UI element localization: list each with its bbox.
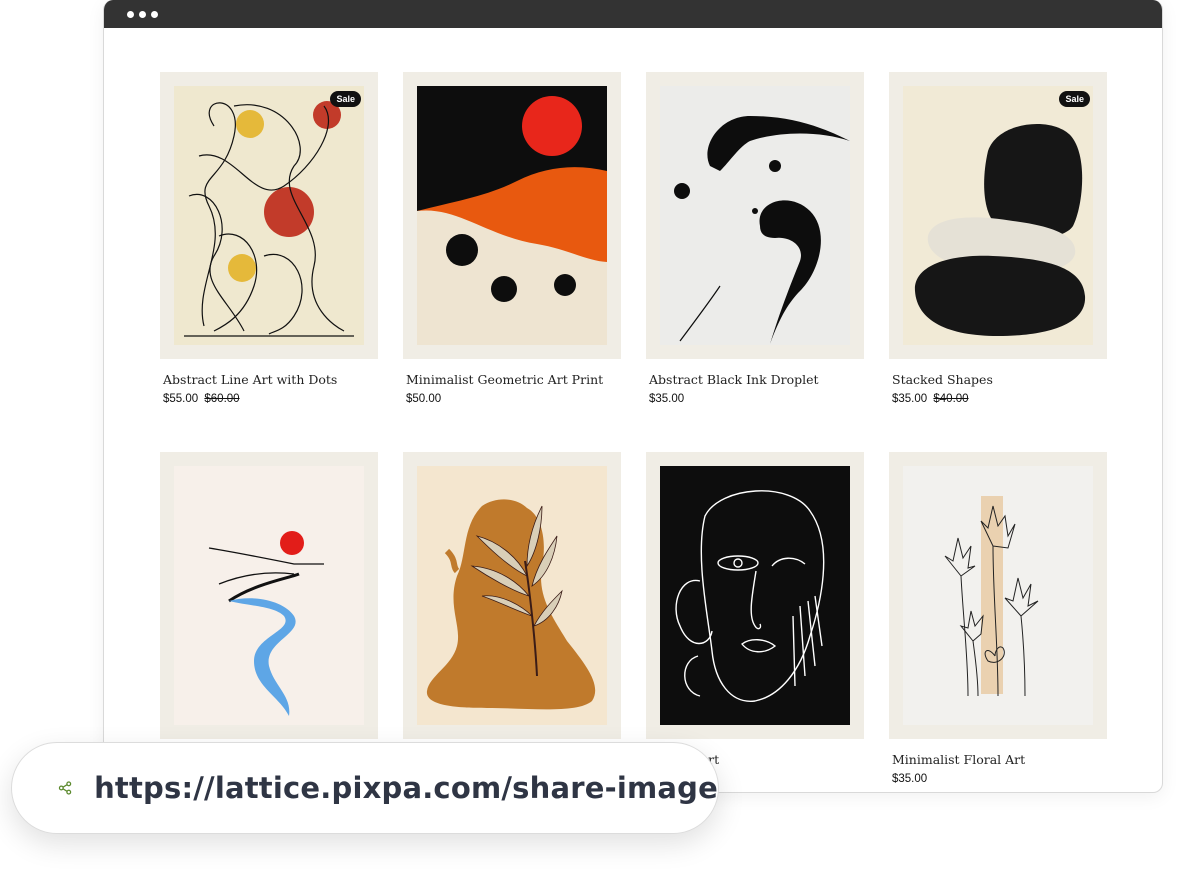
product-card[interactable] (160, 452, 378, 752)
current-price: $35.00 (892, 393, 928, 405)
product-price: $35.00 (892, 773, 1107, 785)
product-card[interactable]: ce Line Art (646, 452, 864, 767)
current-price: $35.00 (649, 393, 685, 405)
product-card[interactable]: Sale Stacked Shapes $35.00 $40.00 (889, 72, 1107, 405)
product-price: $50.00 (406, 393, 621, 405)
product-image-frame[interactable] (646, 72, 864, 359)
product-card[interactable]: Abstract Black Ink Droplet $35.00 (646, 72, 864, 405)
product-image[interactable] (903, 466, 1093, 725)
product-title[interactable]: Stacked Shapes (892, 372, 1107, 387)
original-price: $60.00 (204, 393, 240, 405)
browser-window: Sale Abstract Line Art with Dots $55.00 … (103, 0, 1163, 793)
product-image[interactable] (174, 86, 364, 345)
share-url[interactable]: https://lattice.pixpa.com/share-image (94, 771, 718, 805)
product-image[interactable] (417, 466, 607, 725)
share-icon[interactable] (58, 771, 72, 805)
window-dot[interactable] (151, 10, 158, 18)
product-price: $35.00 (649, 393, 864, 405)
product-image-frame[interactable] (403, 452, 621, 739)
product-image-frame[interactable] (403, 72, 621, 359)
window-dot[interactable] (139, 10, 146, 18)
product-title[interactable]: Minimalist Geometric Art Print (406, 372, 621, 387)
share-link-pill[interactable]: https://lattice.pixpa.com/share-image (11, 742, 719, 834)
product-image-frame[interactable] (160, 452, 378, 739)
product-card[interactable] (403, 452, 621, 752)
original-price: $40.00 (933, 393, 969, 405)
sale-badge: Sale (330, 91, 361, 107)
product-title[interactable]: Minimalist Floral Art (892, 752, 1107, 767)
product-image[interactable] (417, 86, 607, 345)
product-price: $35.00 $40.00 (892, 393, 1107, 405)
product-title[interactable]: Abstract Black Ink Droplet (649, 372, 864, 387)
current-price: $55.00 (163, 393, 199, 405)
product-title[interactable]: Abstract Line Art with Dots (163, 372, 378, 387)
product-image-frame[interactable]: Sale (889, 72, 1107, 359)
product-image-frame[interactable]: Sale (160, 72, 378, 359)
window-dot[interactable] (127, 10, 134, 18)
product-image[interactable] (174, 466, 364, 725)
sale-badge: Sale (1059, 91, 1090, 107)
product-image[interactable] (903, 86, 1093, 345)
current-price: $50.00 (406, 393, 442, 405)
product-image[interactable] (660, 466, 850, 725)
product-card[interactable]: Sale Abstract Line Art with Dots $55.00 … (160, 72, 378, 405)
product-image-frame[interactable] (889, 452, 1107, 739)
product-image-frame[interactable] (646, 452, 864, 739)
current-price: $35.00 (892, 773, 928, 785)
product-card[interactable]: Minimalist Floral Art $35.00 (889, 452, 1107, 785)
product-card[interactable]: Minimalist Geometric Art Print $50.00 (403, 72, 621, 405)
product-image[interactable] (660, 86, 850, 345)
product-price: $55.00 $60.00 (163, 393, 378, 405)
browser-titlebar (104, 0, 1162, 28)
